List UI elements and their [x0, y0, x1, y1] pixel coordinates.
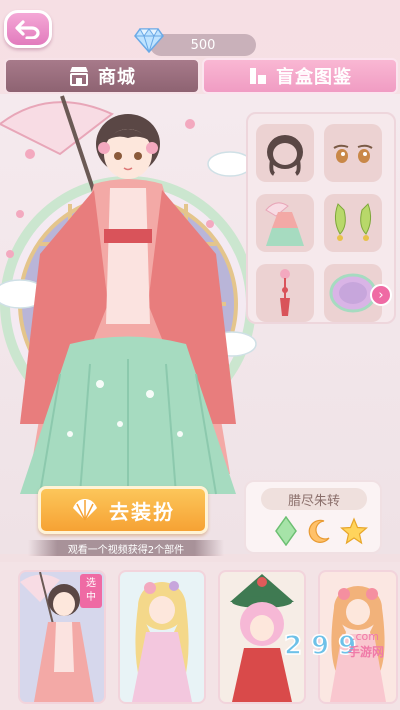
book-icon	[250, 68, 266, 84]
shop-icon	[70, 67, 88, 86]
earrings-part-icon	[334, 203, 372, 241]
tassel-part-icon	[280, 269, 290, 316]
part-slot-eyes[interactable]	[324, 124, 382, 182]
outfit-card-2[interactable]	[118, 570, 206, 704]
shell-icon	[73, 499, 97, 521]
star-icon	[340, 517, 368, 545]
site-watermark: 2 9 9 .com 手游网	[282, 626, 392, 664]
set-name-label: 腊尽朱转	[261, 488, 367, 510]
gem-count: 500	[190, 37, 216, 53]
outfit-card-2-art	[132, 581, 192, 702]
part-slot-earrings[interactable]	[324, 194, 382, 252]
back-button[interactable]	[4, 10, 52, 48]
tab-shop[interactable]: 商城	[4, 58, 200, 94]
leaf-gem-icon	[275, 516, 297, 546]
selected-badge-line1: 选	[86, 578, 96, 589]
part-slot-hair[interactable]	[256, 124, 314, 182]
video-reward-hint: 观看一个视频获得2个部件	[28, 540, 224, 556]
moon-icon	[308, 519, 330, 543]
part-slot-tassel[interactable]	[256, 264, 314, 322]
outfit-part-icon	[265, 202, 304, 246]
chevron-right-icon: ›	[378, 287, 384, 303]
tab-shop-label: 商城	[98, 67, 136, 88]
dress-up-label: 去装扮	[109, 499, 175, 524]
tab-bar: 商城 盲盒图鉴	[0, 58, 400, 94]
tab-gallery-label: 盲盒图鉴	[276, 67, 352, 88]
watermark-logo: 2 9 9 .com 手游网	[283, 630, 384, 662]
watermark-cn: 手游网	[348, 644, 384, 659]
diamond-icon	[134, 28, 164, 53]
hair-part-icon	[267, 135, 303, 176]
outfit-card-1[interactable]: 选 中	[18, 570, 106, 704]
selected-badge-line2: 中	[86, 592, 96, 603]
part-slot-outfit[interactable]	[256, 194, 314, 252]
selected-badge: 选 中	[80, 574, 102, 608]
set-name-panel: 腊尽朱转	[244, 480, 382, 554]
watermark-number: 2 9 9	[284, 631, 356, 661]
parts-next-button[interactable]: ›	[370, 284, 392, 306]
tab-blindbox-gallery[interactable]: 盲盒图鉴	[202, 58, 398, 94]
eyes-part-icon	[333, 144, 373, 163]
watermark-com: .com	[352, 630, 379, 643]
gem-counter: 500	[150, 34, 256, 56]
dress-up-button[interactable]: 去装扮	[38, 486, 208, 534]
back-arrow-icon	[15, 20, 40, 39]
